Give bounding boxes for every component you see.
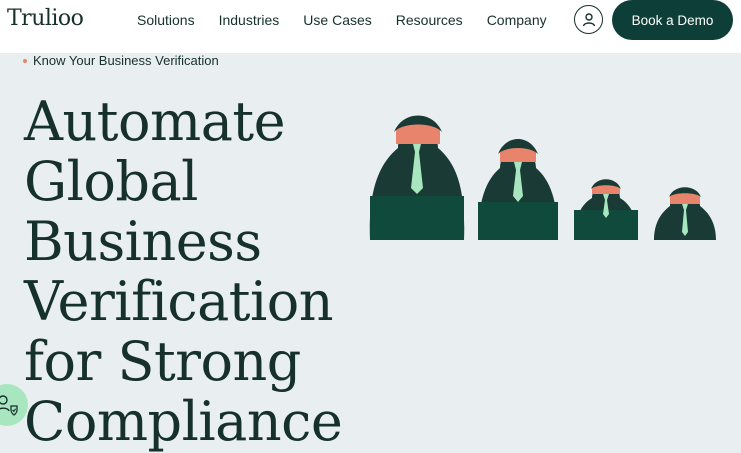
- hero-line-6: Compliance: [24, 390, 343, 453]
- hero-heading: Automate Global Business Verification fo…: [24, 90, 343, 453]
- hero-line-2: Global: [24, 150, 198, 213]
- nav-company[interactable]: Company: [487, 12, 547, 28]
- account-icon: [582, 12, 595, 26]
- nav-industries[interactable]: Industries: [219, 12, 280, 28]
- hero-line-1: Automate: [24, 90, 286, 153]
- hero-line-3: Business: [24, 210, 262, 273]
- nav-solutions[interactable]: Solutions: [137, 12, 195, 28]
- doll-small: [574, 179, 638, 240]
- hero-line-4: Verification: [24, 270, 334, 333]
- nesting-dolls-illustration: [369, 115, 716, 240]
- breadcrumb-label[interactable]: Know Your Business Verification: [33, 53, 219, 68]
- book-demo-button[interactable]: Book a Demo: [612, 0, 733, 40]
- doll-smallest: [654, 187, 716, 240]
- site-header: Trulioo Solutions Industries Use Cases R…: [0, 0, 741, 53]
- nav-use-cases[interactable]: Use Cases: [303, 12, 371, 28]
- trulioo-logo[interactable]: Trulioo: [7, 6, 84, 31]
- doll-large: [369, 115, 465, 240]
- breadcrumb: Know Your Business Verification: [23, 53, 219, 68]
- helper-badge-icon: [0, 395, 18, 416]
- account-button[interactable]: [574, 5, 603, 34]
- main-nav: Solutions Industries Use Cases Resources…: [137, 12, 571, 28]
- breadcrumb-dot: [23, 58, 27, 63]
- hero-line-5: for Strong: [24, 330, 301, 393]
- nav-resources[interactable]: Resources: [396, 12, 463, 28]
- doll-medium: [478, 139, 558, 240]
